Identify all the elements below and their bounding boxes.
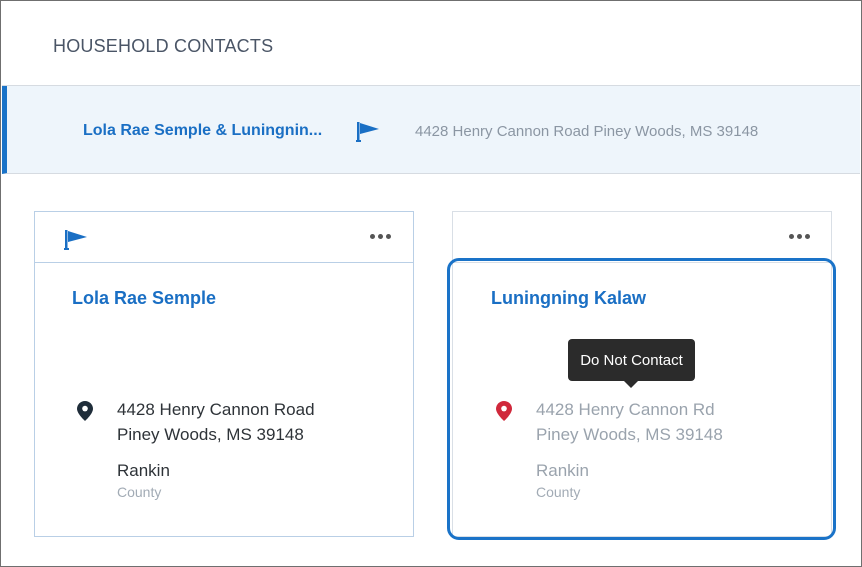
county-label: County bbox=[117, 484, 162, 500]
do-not-contact-tooltip: Do Not Contact bbox=[568, 339, 695, 388]
address-line-2: Piney Woods, MS 39148 bbox=[536, 425, 723, 444]
household-name-link[interactable]: Lola Rae Semple & Luningnin... bbox=[83, 122, 322, 140]
contact-card[interactable]: Lola Rae Semple 4428 Henry Cannon Road P… bbox=[34, 262, 414, 537]
county-label: County bbox=[536, 484, 581, 500]
address-line-1: 4428 Henry Cannon Road bbox=[117, 400, 315, 419]
address-line-2: Piney Woods, MS 39148 bbox=[117, 425, 304, 444]
household-contacts-panel: HOUSEHOLD CONTACTS Lola Rae Semple & Lun… bbox=[0, 0, 862, 567]
primary-flag-icon bbox=[64, 230, 87, 250]
contact-card-header bbox=[452, 211, 832, 263]
address-line-1: 4428 Henry Cannon Rd bbox=[536, 400, 715, 419]
household-address: 4428 Henry Cannon Road Piney Woods, MS 3… bbox=[415, 123, 759, 140]
more-options-icon[interactable] bbox=[784, 226, 814, 246]
county-name: Rankin bbox=[117, 461, 170, 480]
contact-card[interactable]: Luningning Kalaw 4428 Henry Cannon Rd Pi… bbox=[452, 262, 832, 537]
contact-card-header bbox=[34, 211, 414, 263]
location-pin-icon bbox=[77, 401, 93, 421]
household-row[interactable]: Lola Rae Semple & Luningnin... 4428 Henr… bbox=[2, 86, 860, 174]
section-title: HOUSEHOLD CONTACTS bbox=[53, 36, 274, 56]
location-pin-icon bbox=[496, 401, 512, 421]
contact-name-link[interactable]: Luningning Kalaw bbox=[491, 288, 646, 309]
county-name: Rankin bbox=[536, 461, 589, 480]
contact-name-link[interactable]: Lola Rae Semple bbox=[72, 288, 216, 309]
more-options-icon[interactable] bbox=[365, 226, 395, 246]
flag-icon bbox=[356, 122, 379, 142]
